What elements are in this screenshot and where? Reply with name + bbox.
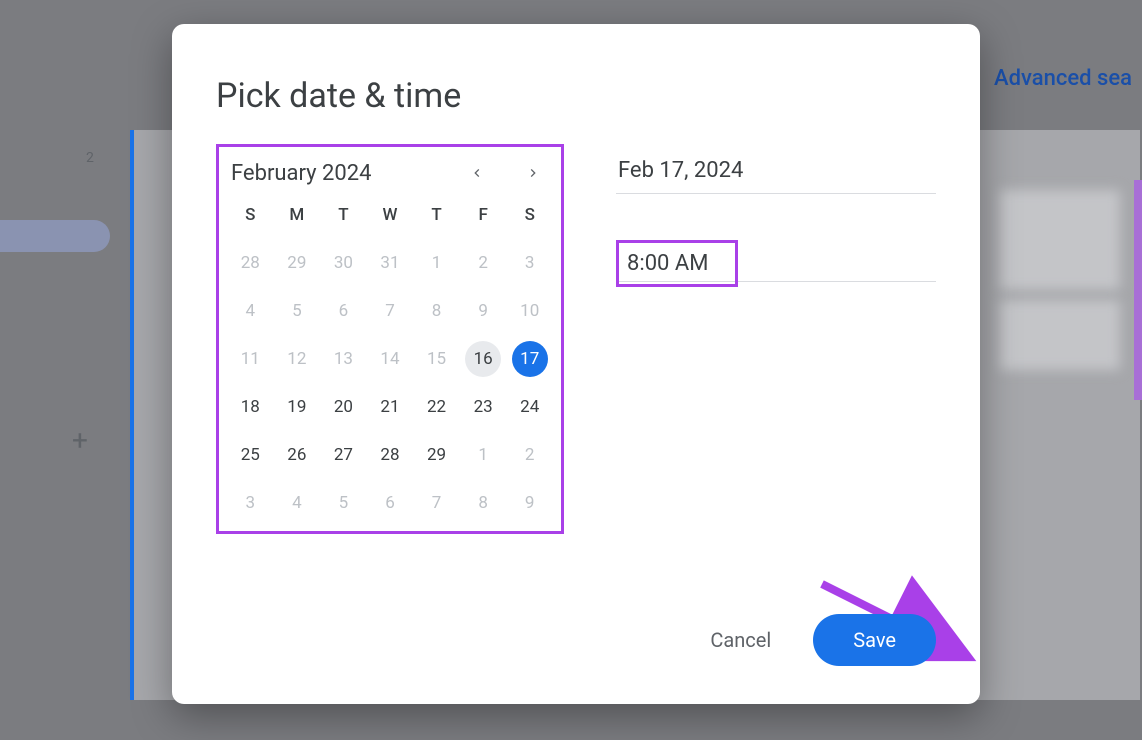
calendar-day[interactable]: 8 [413,291,460,331]
calendar-grid: SMTWTFS282930311234567891011121314151617… [227,195,553,523]
date-input[interactable] [616,152,936,194]
calendar-day[interactable]: 9 [460,291,507,331]
calendar-day[interactable]: 20 [320,387,367,427]
modal-title: Pick date & time [216,76,936,116]
calendar-day[interactable]: 28 [227,243,274,283]
calendar-day[interactable]: 17 [506,339,553,379]
calendar-day[interactable]: 14 [367,339,414,379]
calendar-day[interactable]: 15 [413,339,460,379]
calendar-day-header: S [506,195,553,235]
calendar-day[interactable]: 1 [413,243,460,283]
bg-right-accent [1134,180,1142,400]
bg-blur [1000,190,1120,290]
time-highlight-box [616,240,738,287]
bg-number: 2 [86,150,94,166]
advanced-search-link[interactable]: Advanced sea [994,66,1132,91]
calendar-day[interactable]: 6 [320,291,367,331]
calendar-day[interactable]: 12 [274,339,321,379]
next-month-button[interactable] [517,157,549,189]
calendar-day[interactable]: 13 [320,339,367,379]
prev-month-button[interactable] [461,157,493,189]
calendar-day-header: W [367,195,414,235]
calendar-day[interactable]: 29 [274,243,321,283]
calendar-day[interactable]: 16 [460,339,507,379]
save-button[interactable]: Save [813,614,936,666]
calendar-day[interactable]: 10 [506,291,553,331]
calendar-day[interactable]: 18 [227,387,274,427]
calendar-day[interactable]: 19 [274,387,321,427]
calendar-day[interactable]: 26 [274,435,321,475]
calendar-day[interactable]: 11 [227,339,274,379]
chevron-left-icon [469,165,485,181]
calendar-day[interactable]: 7 [367,291,414,331]
calendar-day[interactable]: 4 [274,483,321,523]
pick-date-time-modal: Pick date & time February 2024 SMTWTFS28… [172,24,980,704]
calendar-day[interactable]: 29 [413,435,460,475]
calendar-day[interactable]: 6 [367,483,414,523]
calendar: February 2024 SMTWTFS2829303112345678910… [216,144,564,534]
bg-blur [1000,300,1120,370]
calendar-day[interactable]: 28 [367,435,414,475]
calendar-day[interactable]: 2 [506,435,553,475]
calendar-day[interactable]: 8 [460,483,507,523]
calendar-day[interactable]: 21 [367,387,414,427]
calendar-day-header: M [274,195,321,235]
calendar-day[interactable]: 31 [367,243,414,283]
chevron-right-icon [525,165,541,181]
calendar-day[interactable]: 23 [460,387,507,427]
calendar-month-year: February 2024 [231,161,371,186]
calendar-day[interactable]: 24 [506,387,553,427]
calendar-day[interactable]: 5 [320,483,367,523]
calendar-day[interactable]: 2 [460,243,507,283]
calendar-day-header: T [413,195,460,235]
calendar-day[interactable]: 4 [227,291,274,331]
calendar-day[interactable]: 1 [460,435,507,475]
calendar-day[interactable]: 5 [274,291,321,331]
calendar-day-header: S [227,195,274,235]
calendar-day[interactable]: 25 [227,435,274,475]
time-input[interactable] [619,243,735,284]
calendar-day[interactable]: 9 [506,483,553,523]
calendar-day[interactable]: 30 [320,243,367,283]
bg-sidebar-active [0,220,110,252]
plus-icon: + [72,424,88,457]
calendar-day[interactable]: 7 [413,483,460,523]
cancel-button[interactable]: Cancel [698,620,783,660]
calendar-day[interactable]: 3 [227,483,274,523]
calendar-day[interactable]: 27 [320,435,367,475]
calendar-day[interactable]: 22 [413,387,460,427]
calendar-day-header: T [320,195,367,235]
calendar-day-header: F [460,195,507,235]
calendar-day[interactable]: 3 [506,243,553,283]
